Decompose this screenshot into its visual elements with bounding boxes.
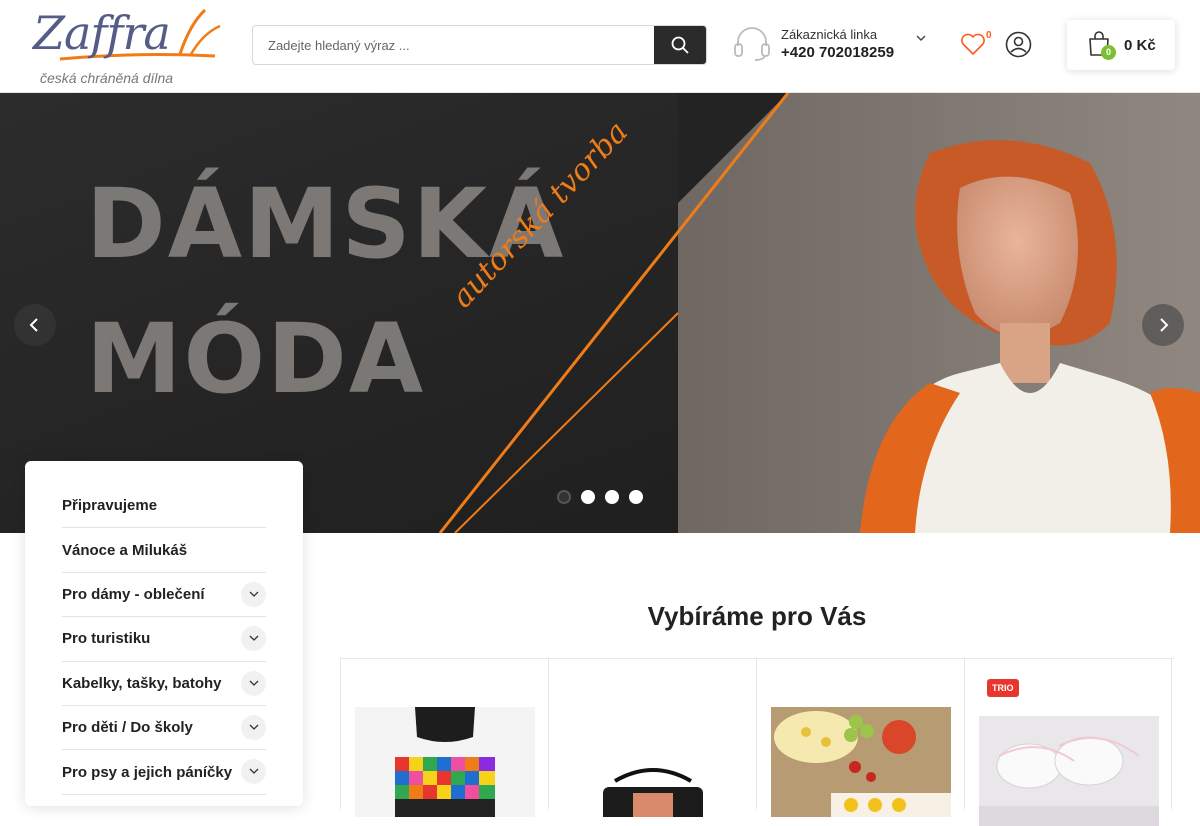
product-card[interactable] [548, 659, 756, 817]
category-item[interactable]: Pro psy a jejich páníčky [62, 750, 266, 795]
product-image[interactable] [563, 707, 743, 817]
category-label: Pro děti / Do školy [62, 719, 193, 737]
slider-next-button[interactable] [1142, 304, 1184, 346]
chevron-left-icon [29, 318, 38, 332]
chevron-down-icon [249, 591, 258, 597]
slider-dot[interactable] [581, 490, 595, 504]
cart-total: 0 Kč [1124, 37, 1156, 54]
category-item[interactable]: Vánoce a Milukáš [62, 528, 266, 573]
customer-hotline[interactable]: Zákaznická linka +420 702018259 [733, 24, 933, 68]
slider-dot[interactable] [557, 490, 571, 504]
cart-count-badge: 0 [1101, 45, 1116, 60]
slider-prev-button[interactable] [14, 304, 56, 346]
category-label: Připravujeme [62, 497, 158, 515]
chevron-down-icon [249, 724, 258, 730]
site-header: Zaffra česká chráněná dílna Zákaznická l… [0, 0, 1200, 93]
product-card[interactable]: TRIO [964, 659, 1172, 826]
hotline-label: Zákaznická linka [781, 27, 878, 42]
expand-button[interactable] [241, 670, 266, 696]
chevron-down-icon [249, 680, 258, 686]
category-item[interactable]: Pro turistiku [62, 617, 266, 662]
slider-dots [557, 490, 643, 504]
expand-button[interactable] [241, 581, 266, 607]
chevron-down-icon [249, 635, 258, 642]
logo-wordmark: Zaffra [33, 6, 171, 60]
category-item[interactable]: Připravujeme [62, 484, 266, 529]
product-card[interactable] [340, 659, 548, 817]
search-input[interactable] [253, 26, 655, 64]
search-bar [252, 25, 707, 65]
product-image[interactable] [771, 707, 951, 817]
chevron-down-icon [916, 35, 926, 41]
hero-headline-2: MÓDA [86, 303, 426, 415]
product-image[interactable] [979, 716, 1159, 826]
product-grid: TRIO [340, 658, 1174, 826]
slider-dot[interactable] [605, 490, 619, 504]
slider-dot[interactable] [629, 490, 643, 504]
wishlist-count: 0 [986, 30, 992, 41]
search-icon [671, 36, 689, 54]
logo[interactable]: Zaffra česká chráněná dílna [30, 4, 230, 90]
category-label: Pro dámy - oblečení [62, 585, 205, 603]
product-card[interactable] [756, 659, 964, 817]
product-badge: TRIO [987, 679, 1019, 697]
account-button[interactable] [1005, 31, 1032, 58]
category-label: Pro turistiku [62, 630, 151, 648]
category-item[interactable]: Kabelky, tašky, batohy [62, 662, 266, 706]
category-menu: Připravujeme Vánoce a Milukáš Pro dámy -… [25, 461, 303, 806]
section-title: Vybíráme pro Vás [647, 601, 867, 631]
cart-button[interactable]: 0 0 Kč [1067, 20, 1175, 70]
chevron-right-icon [1160, 318, 1169, 332]
category-label: Kabelky, tašky, batohy [62, 674, 222, 692]
product-image[interactable] [355, 707, 535, 817]
hotline-phone[interactable]: +420 702018259 [781, 44, 894, 61]
expand-button[interactable] [241, 626, 266, 652]
heart-icon [961, 33, 985, 55]
expand-button[interactable] [241, 714, 266, 740]
category-item[interactable]: Pro dámy - oblečení [62, 573, 266, 618]
logo-tagline: česká chráněná dílna [40, 70, 174, 86]
user-icon [1005, 31, 1032, 58]
headset-icon [734, 27, 770, 61]
wishlist-button[interactable]: 0 [960, 30, 996, 60]
chevron-down-icon [249, 768, 258, 775]
search-button[interactable] [654, 26, 706, 64]
expand-button[interactable] [241, 759, 266, 785]
category-label: Vánoce a Milukáš [62, 541, 188, 559]
category-label: Pro psy a jejich páníčky [62, 763, 233, 781]
category-item[interactable]: Pro děti / Do školy [62, 706, 266, 751]
